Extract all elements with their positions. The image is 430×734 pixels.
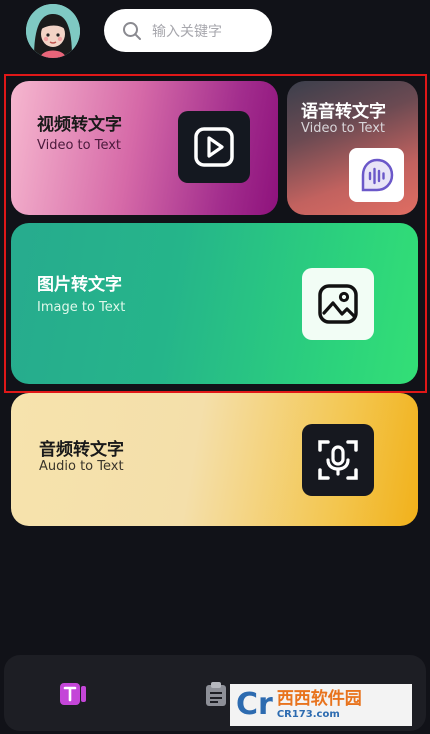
card-title: 语音转文字 bbox=[301, 102, 386, 122]
voice-bubble-icon bbox=[361, 158, 393, 192]
avatar[interactable] bbox=[26, 4, 80, 58]
card-title: 视频转文字 bbox=[37, 115, 122, 135]
search-placeholder: 输入关键字 bbox=[152, 23, 222, 40]
watermark-site: CR173.com bbox=[276, 708, 340, 720]
microphone-icon-tile bbox=[302, 424, 374, 496]
image-to-text-card[interactable]: 图片转文字 Image to Text bbox=[11, 223, 418, 384]
watermark-brand: 西西软件园 bbox=[276, 688, 362, 709]
card-subtitle: Video to Text bbox=[301, 121, 386, 136]
clipboard-icon[interactable] bbox=[204, 681, 228, 707]
search-input[interactable]: 输入关键字 bbox=[104, 9, 272, 52]
voice-chat-icon-tile bbox=[349, 148, 404, 202]
image-icon-tile bbox=[302, 268, 374, 340]
card-title: 音频转文字 bbox=[39, 440, 124, 460]
card-title: 图片转文字 bbox=[37, 275, 122, 295]
play-icon bbox=[194, 127, 234, 167]
search-icon bbox=[123, 21, 141, 40]
text-tool-icon[interactable] bbox=[60, 681, 88, 707]
video-to-text-card[interactable]: 视频转文字 Video to Text bbox=[11, 81, 278, 215]
avatar-girl-icon bbox=[26, 4, 80, 58]
watermark-logo: Cr bbox=[236, 687, 273, 722]
voice-to-text-card[interactable]: 语音转文字 Video to Text bbox=[287, 81, 418, 215]
audio-to-text-card[interactable]: 音频转文字 Audio to Text bbox=[11, 393, 418, 526]
card-subtitle: Video to Text bbox=[37, 138, 122, 153]
image-icon bbox=[318, 284, 358, 324]
microphone-scan-icon bbox=[318, 440, 358, 480]
card-subtitle: Image to Text bbox=[37, 300, 126, 315]
card-subtitle: Audio to Text bbox=[39, 459, 124, 474]
site-watermark: Cr 西西软件园 CR173.com bbox=[230, 684, 412, 726]
video-play-icon-tile bbox=[178, 111, 250, 183]
